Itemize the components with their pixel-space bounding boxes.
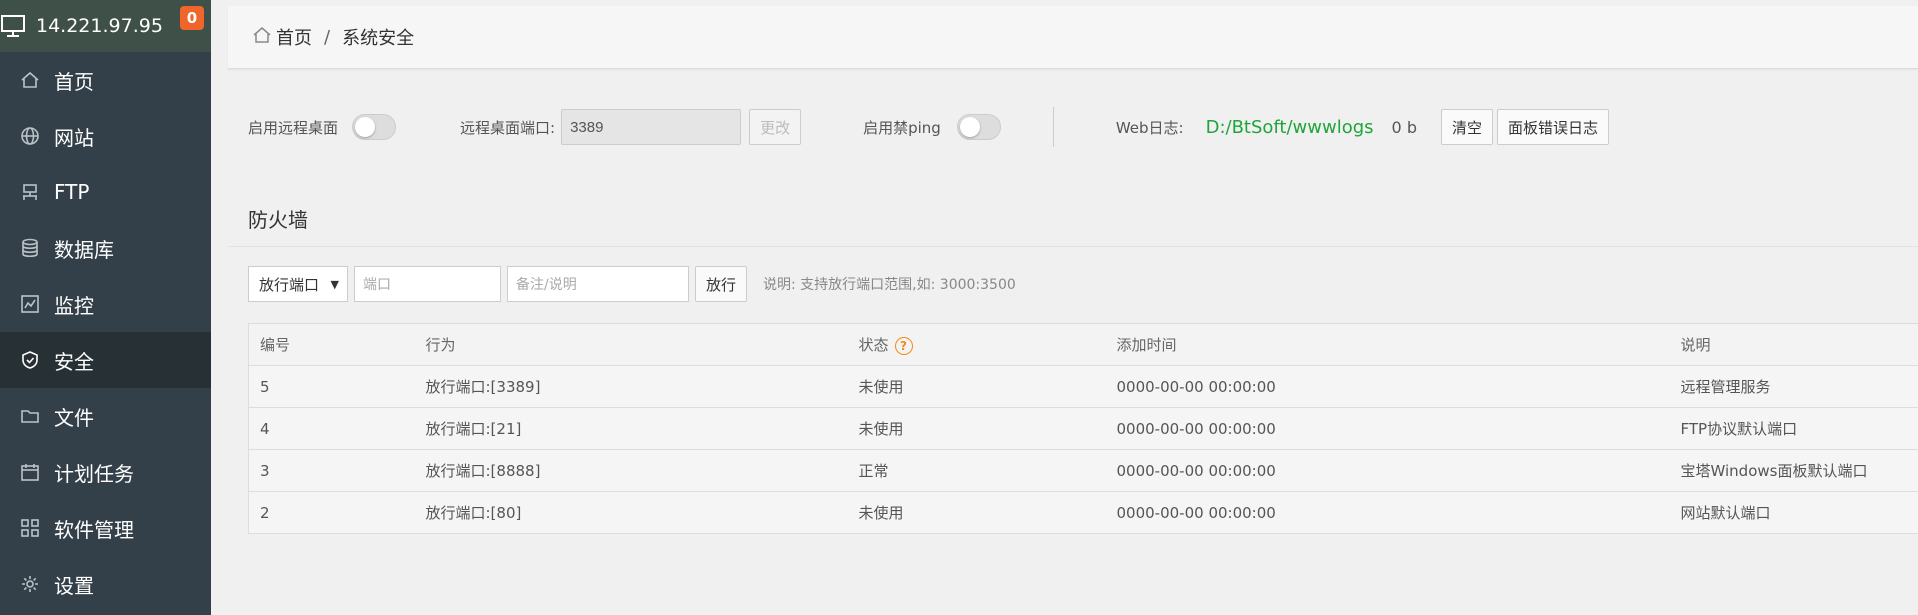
table-row: 2 放行端口:[80] 未使用 0000-00-00 00:00:00 网站默认… [248, 491, 1918, 534]
firewall-form: 放行端口 ▼ 端口 备注/说明 放行 说明: 支持放行端口范围,如: 3000:… [248, 266, 1016, 302]
cell-id: 2 [248, 491, 415, 534]
clear-log-button[interactable]: 清空 [1440, 109, 1493, 145]
security-settings-row: 启用远程桌面 远程桌面端口: 更改 启用禁ping Web日志: D:/BtSo… [228, 100, 1918, 154]
remote-port-label: 远程桌面端口: [460, 118, 556, 137]
sidebar-item-ftp[interactable]: FTP [0, 164, 211, 220]
weblog-label: Web日志: [1115, 118, 1184, 137]
cell-action: 放行端口:[3389] [414, 365, 848, 408]
breadcrumb: 首页 / 系统安全 [228, 6, 1918, 69]
sidebar-item-security[interactable]: 安全 [0, 332, 211, 388]
home-icon [20, 70, 40, 90]
allow-button[interactable]: 放行 [695, 266, 748, 302]
table-row: 3 放行端口:[8888] 正常 0000-00-00 00:00:00 宝塔W… [248, 449, 1918, 492]
divider [1052, 107, 1054, 147]
cell-status: 未使用 [847, 491, 1106, 534]
cell-time: 0000-00-00 00:00:00 [1105, 365, 1670, 408]
table-row: 5 放行端口:[3389] 未使用 0000-00-00 00:00:00 远程… [248, 365, 1918, 408]
main-content: 首页 / 系统安全 启用远程桌面 远程桌面端口: 更改 启用禁ping Web日… [228, 0, 1918, 615]
sidebar-item-label: FTP [54, 180, 90, 204]
breadcrumb-home[interactable]: 首页 [252, 24, 312, 50]
cell-note: 宝塔Windows面板默认端口 [1669, 449, 1918, 492]
sidebar-item-settings[interactable]: 设置 [0, 556, 211, 612]
breadcrumb-home-label: 首页 [276, 28, 312, 49]
server-header: 14.221.97.95 0 [0, 0, 211, 52]
sidebar-item-website[interactable]: 网站 [0, 108, 211, 164]
firewall-title: 防火墙 [248, 208, 308, 232]
monitor-icon [0, 13, 28, 39]
sidebar-item-label: 监控 [54, 293, 94, 318]
remote-desktop-label: 启用远程桌面 [248, 118, 339, 137]
sidebar-item-label: 设置 [54, 573, 94, 598]
cell-time: 0000-00-00 00:00:00 [1105, 491, 1670, 534]
calendar-icon [20, 462, 40, 482]
cell-action: 放行端口:[21] [414, 407, 848, 450]
col-status-label: 状态 [858, 336, 889, 354]
cell-id: 3 [248, 449, 415, 492]
action-select[interactable]: 放行端口 ▼ [248, 266, 348, 302]
cell-id: 5 [248, 365, 415, 408]
sidebar-item-database[interactable]: 数据库 [0, 220, 211, 276]
weblog-path[interactable]: D:/BtSoft/wwwlogs [1206, 117, 1374, 138]
disable-ping-label: 启用禁ping [863, 118, 941, 137]
col-id: 编号 [248, 323, 415, 366]
sidebar-item-home[interactable]: 首页 [0, 52, 211, 108]
sidebar-item-software[interactable]: 软件管理 [0, 500, 211, 556]
cell-time: 0000-00-00 00:00:00 [1105, 449, 1670, 492]
divider [228, 246, 1918, 247]
cell-status: 未使用 [847, 407, 1106, 450]
sidebar-item-label: 数据库 [54, 237, 114, 262]
notification-badge[interactable]: 0 [180, 6, 204, 30]
caret-down-icon: ▼ [330, 277, 339, 291]
server-ip: 14.221.97.95 [36, 15, 163, 37]
database-icon [20, 238, 40, 258]
home-icon [252, 25, 276, 50]
cell-note: 网站默认端口 [1669, 491, 1918, 534]
panel-error-log-button[interactable]: 面板错误日志 [1496, 109, 1609, 145]
gear-icon [20, 574, 40, 594]
cell-note: FTP协议默认端口 [1669, 407, 1918, 450]
globe-icon [20, 126, 40, 146]
breadcrumb-current: 系统安全 [342, 28, 415, 49]
firewall-hint: 说明: 支持放行端口范围,如: 3000:3500 [763, 277, 1016, 293]
col-note: 说明 [1669, 323, 1918, 366]
help-icon[interactable]: ? [894, 336, 913, 355]
folder-icon [20, 406, 40, 426]
remote-port-input[interactable] [561, 109, 742, 145]
cell-time: 0000-00-00 00:00:00 [1105, 407, 1670, 450]
cell-action: 放行端口:[8888] [414, 449, 848, 492]
table-header-row: 编号 行为 状态? 添加时间 说明 [248, 323, 1918, 366]
sidebar-item-label: 安全 [54, 349, 94, 374]
col-action: 行为 [414, 323, 848, 366]
port-input[interactable]: 端口 [354, 266, 501, 302]
monitor-chart-icon [20, 294, 40, 314]
cell-note: 远程管理服务 [1669, 365, 1918, 408]
cell-id: 4 [248, 407, 415, 450]
col-status: 状态? [847, 323, 1106, 366]
sidebar-item-label: 首页 [54, 69, 94, 94]
sidebar-item-monitor[interactable]: 监控 [0, 276, 211, 332]
col-time: 添加时间 [1105, 323, 1670, 366]
remote-desktop-toggle[interactable] [352, 114, 397, 140]
action-select-value: 放行端口 [259, 275, 320, 294]
weblog-size: 0 b [1391, 117, 1417, 137]
sidebar-item-label: 计划任务 [54, 461, 134, 486]
disable-ping-toggle[interactable] [956, 114, 1001, 140]
cell-status: 未使用 [847, 365, 1106, 408]
change-port-button[interactable]: 更改 [749, 109, 802, 145]
sidebar-item-files[interactable]: 文件 [0, 388, 211, 444]
shield-icon [20, 350, 40, 370]
sidebar-item-cron[interactable]: 计划任务 [0, 444, 211, 500]
apps-icon [20, 518, 40, 538]
note-input[interactable]: 备注/说明 [507, 266, 689, 302]
cell-action: 放行端口:[80] [414, 491, 848, 534]
sidebar-item-label: 网站 [54, 125, 94, 150]
sidebar-item-label: 软件管理 [54, 517, 134, 542]
sidebar-item-label: 文件 [54, 405, 94, 430]
cell-status: 正常 [847, 449, 1106, 492]
table-row: 4 放行端口:[21] 未使用 0000-00-00 00:00:00 FTP协… [248, 407, 1918, 450]
sidebar: 14.221.97.95 0 首页 网站 FTP 数据库 监控 安全 文件 计划… [0, 0, 211, 615]
firewall-table: 编号 行为 状态? 添加时间 说明 5 放行端口:[3389] 未使用 0000… [248, 323, 1918, 534]
ftp-icon [20, 182, 40, 202]
breadcrumb-separator: / [324, 26, 331, 48]
